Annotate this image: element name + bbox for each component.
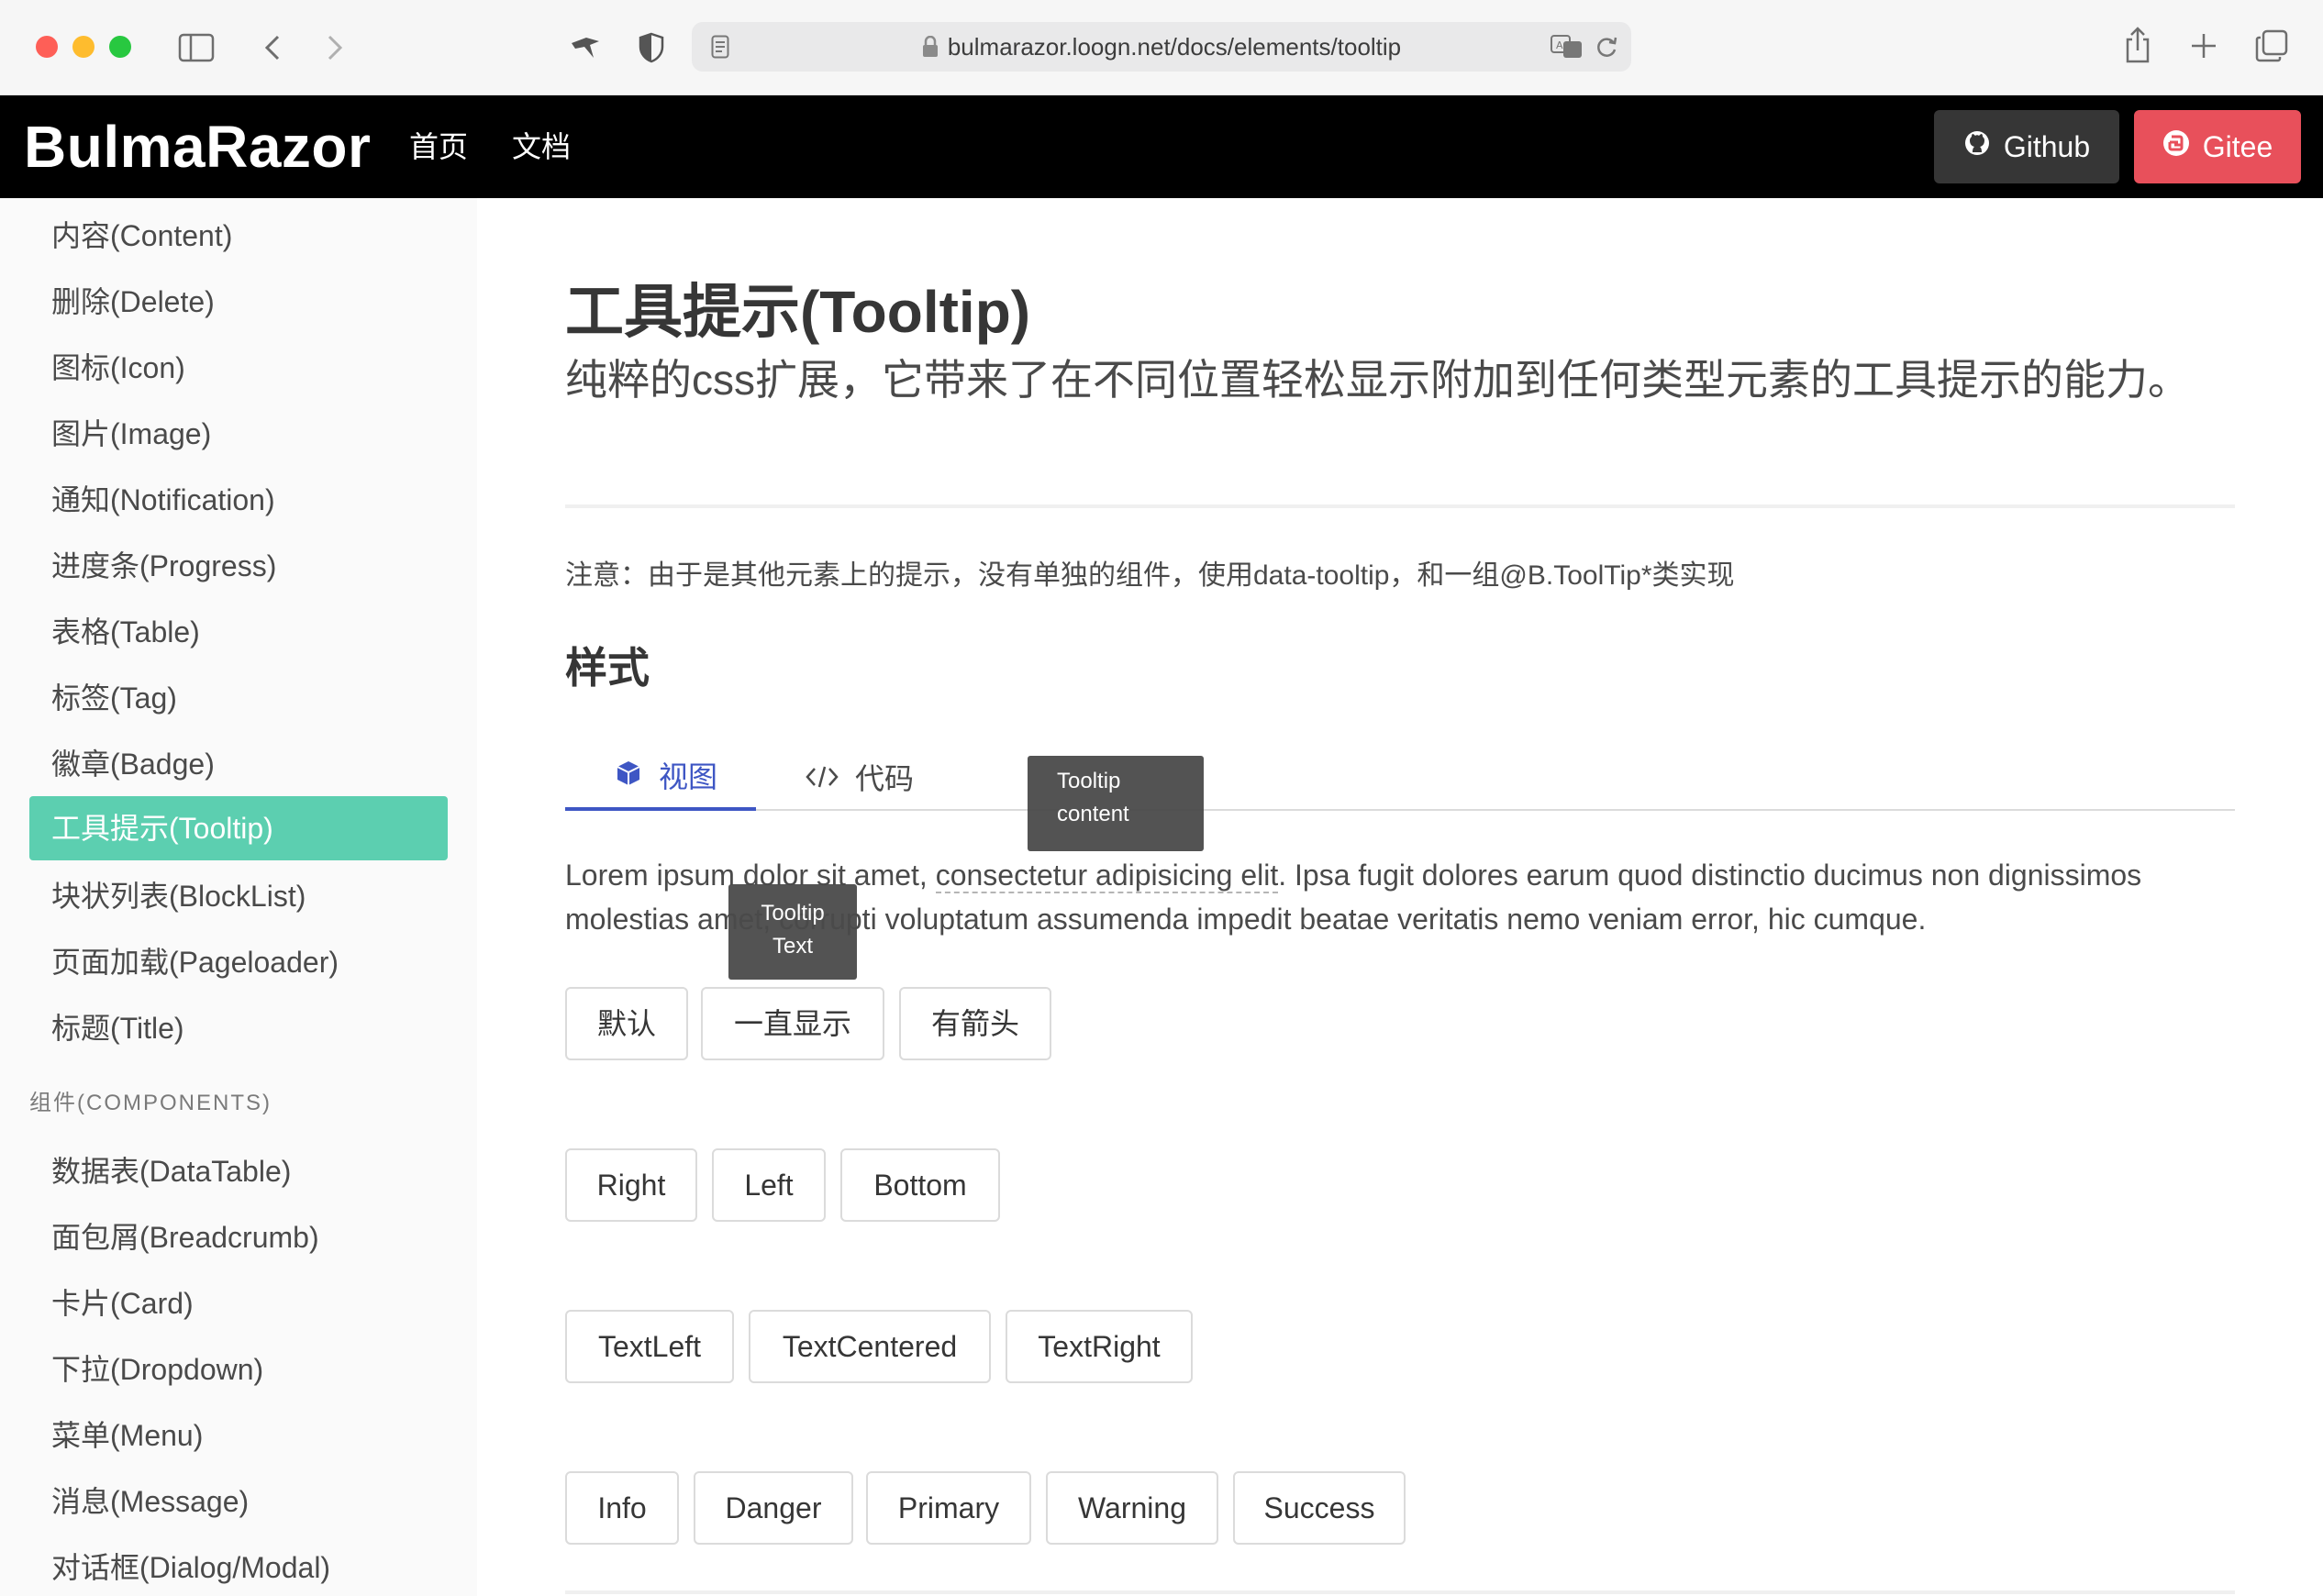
tooltip-right-button[interactable]: Right: [565, 1148, 697, 1222]
new-tab-icon[interactable]: [2187, 29, 2220, 62]
tooltip-text-line1: Tooltip: [761, 901, 825, 925]
shield-icon[interactable]: [633, 29, 670, 66]
tooltip-left-button[interactable]: Left: [712, 1148, 826, 1222]
gitee-button[interactable]: Gitee: [2134, 110, 2301, 183]
tab-overview-icon[interactable]: [2253, 28, 2290, 64]
sidebar-toggle-icon[interactable]: [178, 29, 215, 66]
sidebar-item-content[interactable]: 内容(Content): [29, 204, 448, 268]
reload-icon[interactable]: [1593, 33, 1620, 61]
translate-icon[interactable]: A: [1549, 33, 1585, 61]
sidebar-item-delete[interactable]: 删除(Delete): [29, 270, 448, 334]
sidebar-item-dialog[interactable]: 对话框(Dialog/Modal): [29, 1535, 448, 1596]
tooltip-info-button[interactable]: Info: [565, 1471, 679, 1545]
code-icon: [806, 751, 839, 806]
tooltip-text-line2: Text: [772, 934, 813, 959]
url-text: bulmarazor.loogn.net/docs/elements/toolt…: [947, 33, 1402, 61]
close-window-button[interactable]: [36, 36, 58, 58]
sidebar-item-image[interactable]: 图片(Image): [29, 402, 448, 466]
usage-note: 注意：由于是其他元素上的提示，没有单独的组件，使用data-tooltip，和一…: [565, 560, 1735, 591]
tooltip-success-button[interactable]: Success: [1233, 1471, 1406, 1545]
tooltip-default-button[interactable]: 默认: [565, 987, 688, 1060]
tooltip-always-button[interactable]: 一直显示: [701, 987, 884, 1060]
sidebar-item-table[interactable]: 表格(Table): [29, 600, 448, 664]
cube-icon: [615, 749, 642, 804]
gitee-icon: [2162, 129, 2190, 164]
github-label: Github: [2003, 129, 2091, 163]
sidebar: 内容(Content) 删除(Delete) 图标(Icon) 图片(Image…: [0, 198, 477, 1596]
browser-toolbar: bulmarazor.loogn.net/docs/elements/toolt…: [0, 0, 2323, 95]
tooltip-danger-button[interactable]: Danger: [694, 1471, 853, 1545]
gitee-label: Gitee: [2202, 129, 2273, 163]
sidebar-item-notification[interactable]: 通知(Notification): [29, 468, 448, 532]
sidebar-item-breadcrumb[interactable]: 面包屑(Breadcrumb): [29, 1205, 448, 1269]
sidebar-item-icon[interactable]: 图标(Icon): [29, 336, 448, 400]
github-icon: [1963, 129, 1991, 164]
sidebar-item-blocklist[interactable]: 块状列表(BlockList): [29, 864, 448, 928]
maximize-window-button[interactable]: [109, 36, 131, 58]
back-icon[interactable]: [259, 29, 286, 66]
sidebar-item-card[interactable]: 卡片(Card): [29, 1271, 448, 1336]
tab-code[interactable]: 代码: [806, 747, 989, 811]
tooltip-text-popup: Tooltip Text: [728, 884, 857, 980]
svg-text:A: A: [1556, 39, 1563, 51]
minimize-window-button[interactable]: [72, 36, 94, 58]
tab-view-label: 视图: [659, 760, 718, 793]
sidebar-item-datatable[interactable]: 数据表(DataTable): [29, 1139, 448, 1203]
sidebar-item-title[interactable]: 标题(Title): [29, 996, 448, 1060]
sidebar-section-components: 组件(COMPONENTS): [29, 1091, 272, 1115]
tooltip-arrow-button[interactable]: 有箭头: [899, 987, 1051, 1060]
nav-home-link[interactable]: 首页: [409, 95, 468, 198]
url-field[interactable]: bulmarazor.loogn.net/docs/elements/toolt…: [692, 22, 1631, 72]
github-button[interactable]: Github: [1934, 110, 2119, 183]
tab-code-label: 代码: [855, 762, 915, 795]
tooltip-textright-button[interactable]: TextRight: [1006, 1310, 1193, 1383]
bird-extension-icon[interactable]: [567, 29, 604, 66]
sidebar-item-badge[interactable]: 徽章(Badge): [29, 732, 448, 796]
tooltip-warning-button[interactable]: Warning: [1046, 1471, 1218, 1545]
tooltip-bottom-button[interactable]: Bottom: [840, 1148, 1000, 1222]
tooltip-textcentered-button[interactable]: TextCentered: [749, 1310, 991, 1383]
tooltip-primary-button[interactable]: Primary: [866, 1471, 1031, 1545]
brand-logo[interactable]: BulmaRazor: [24, 95, 371, 198]
sidebar-item-dropdown[interactable]: 下拉(Dropdown): [29, 1337, 448, 1402]
bottom-divider: [565, 1590, 2235, 1594]
sidebar-item-progress[interactable]: 进度条(Progress): [29, 534, 448, 598]
address-bar[interactable]: bulmarazor.loogn.net/docs/elements/toolt…: [692, 22, 1631, 72]
sidebar-item-menu[interactable]: 菜单(Menu): [29, 1403, 448, 1468]
tooltip-textleft-button[interactable]: TextLeft: [565, 1310, 734, 1383]
sidebar-item-tooltip[interactable]: 工具提示(Tooltip): [29, 796, 448, 860]
nav-docs-link[interactable]: 文档: [512, 95, 571, 198]
sidebar-item-pageloader[interactable]: 页面加载(Pageloader): [29, 930, 448, 994]
tooltip-target-text[interactable]: consectetur adipisicing elit: [935, 859, 1279, 893]
forward-icon[interactable]: [321, 29, 349, 66]
sidebar-item-message[interactable]: 消息(Message): [29, 1469, 448, 1534]
tooltip-content-line1: Tooltip: [1057, 769, 1121, 793]
tab-view[interactable]: 视图: [565, 747, 756, 811]
sidebar-item-tag[interactable]: 标签(Tag): [29, 666, 448, 730]
lock-icon: [922, 25, 939, 74]
tooltip-content-line2: content: [1057, 802, 1129, 826]
section-title-styles: 样式: [565, 644, 650, 692]
share-icon[interactable]: [2121, 24, 2154, 66]
tooltip-content-popup: Tooltip content: [1028, 756, 1204, 851]
divider: [565, 504, 2235, 508]
page-subtitle: 纯粹的css扩展，它带来了在不同位置轻松显示附加到任何类型元素的工具提示的能力。: [565, 356, 2190, 404]
page-title: 工具提示(Tooltip): [565, 279, 1031, 345]
